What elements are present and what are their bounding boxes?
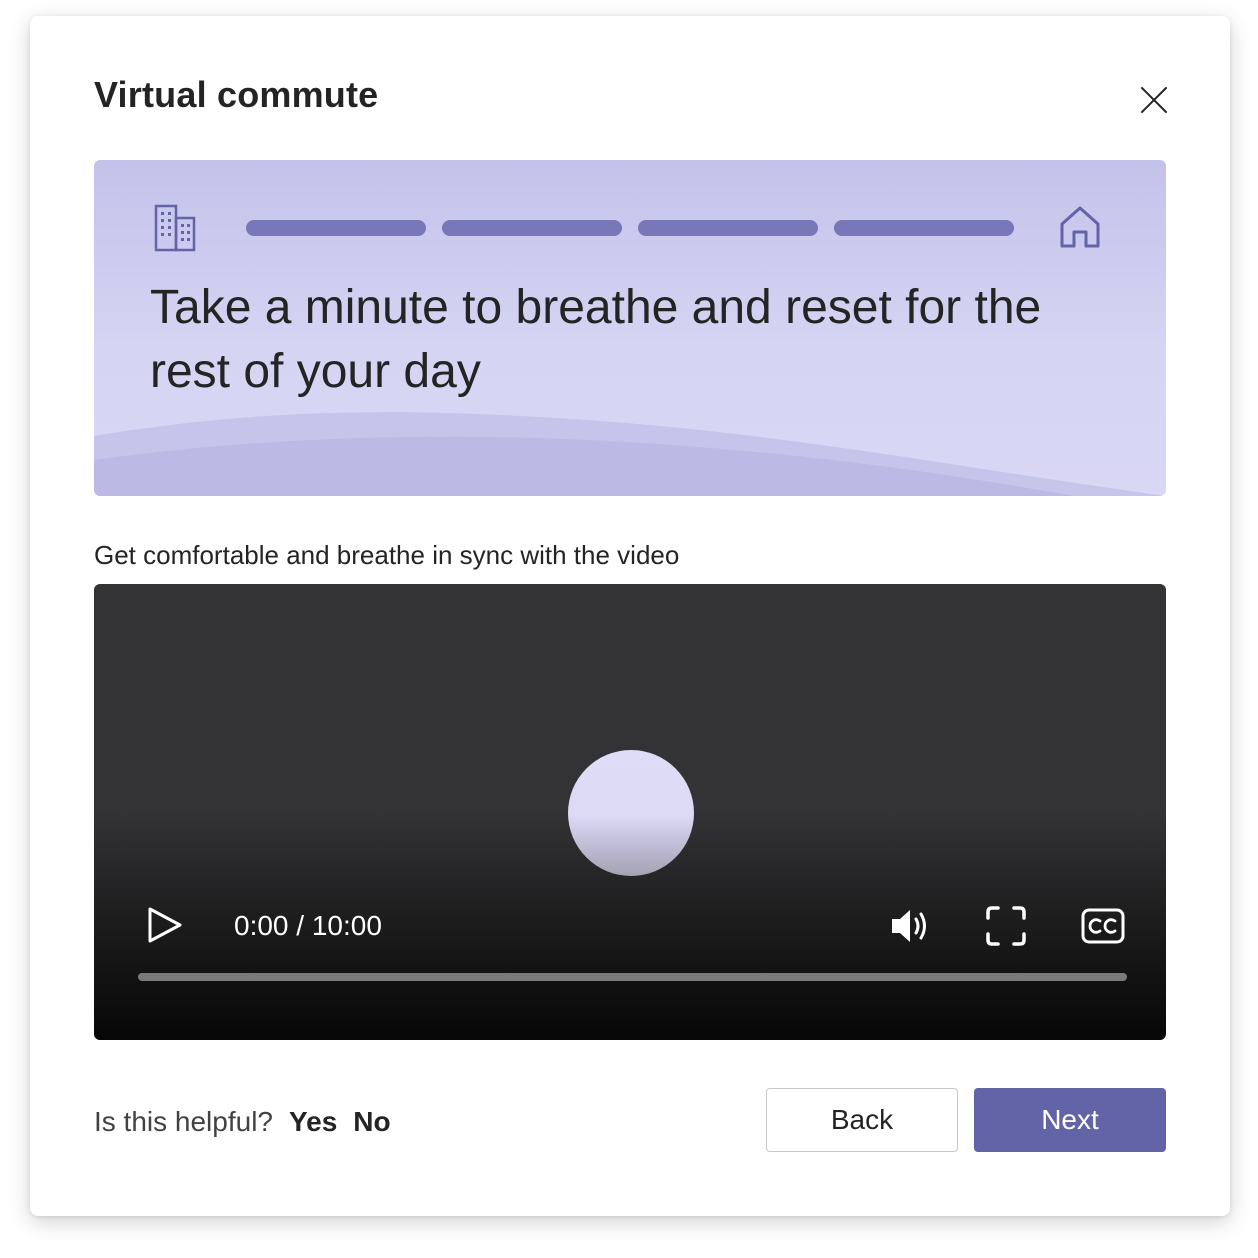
office-building-icon [154, 204, 196, 252]
helpful-prompt: Is this helpful? [94, 1106, 273, 1137]
fullscreen-icon [986, 906, 1026, 946]
video-instruction: Get comfortable and breathe in sync with… [94, 540, 680, 570]
fullscreen-button[interactable] [984, 904, 1028, 948]
banner-message: Take a minute to breathe and reset for t… [150, 281, 1042, 398]
home-icon [1060, 206, 1100, 248]
play-icon [148, 907, 182, 943]
volume-icon [892, 910, 926, 942]
next-button[interactable]: Next [974, 1088, 1166, 1152]
seek-bar[interactable] [138, 973, 1127, 981]
video-player[interactable]: 0:00 / 10:00 [94, 584, 1166, 1040]
captions-button[interactable] [1080, 906, 1126, 946]
feedback-row: Is this helpful? Yes No [94, 1106, 391, 1138]
dialog-title: Virtual commute [94, 74, 379, 115]
time-display: 0:00 / 10:00 [234, 910, 382, 941]
progress-segment-2 [442, 220, 622, 236]
yes-link[interactable]: Yes [289, 1106, 337, 1138]
back-button[interactable]: Back [766, 1088, 958, 1152]
close-button[interactable] [1134, 80, 1174, 120]
progress-segment-4 [834, 220, 1014, 236]
volume-button[interactable] [888, 904, 932, 948]
progress-segment-3 [638, 220, 818, 236]
close-icon [1141, 87, 1167, 113]
virtual-commute-dialog: Virtual commute Take a minute to breathe… [30, 16, 1230, 1216]
no-link[interactable]: No [353, 1106, 390, 1138]
breathing-orb [568, 750, 694, 876]
progress-segment-1 [246, 220, 426, 236]
closed-captions-icon [1081, 908, 1125, 944]
commute-banner: Take a minute to breathe and reset for t… [94, 160, 1166, 496]
play-button[interactable] [144, 904, 186, 946]
